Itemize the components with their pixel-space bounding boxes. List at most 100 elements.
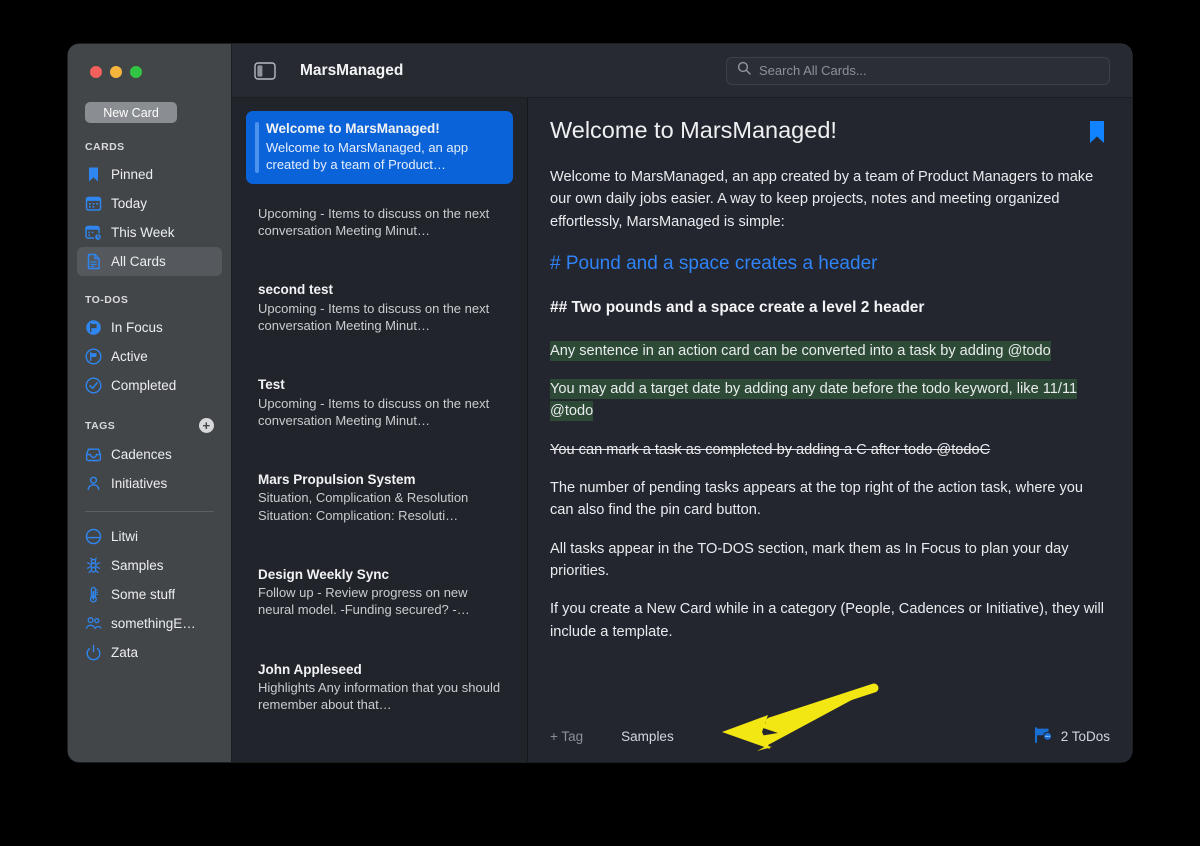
todo-highlight: You may add a target date by adding any … (550, 379, 1077, 421)
sidebar-section-heading: TAGS+ (68, 418, 231, 433)
detail-block-paragraph: Welcome to MarsManaged, an app created b… (550, 166, 1110, 233)
main-area: MarsManaged Welcome to MarsManaged!Welco… (232, 44, 1132, 762)
window-controls (68, 44, 231, 78)
detail-title: Welcome to MarsManaged! (550, 116, 1088, 144)
sidebar-item-label: This Week (111, 225, 175, 240)
add-tag-button[interactable]: + Tag (550, 729, 583, 744)
zoom-button[interactable] (130, 66, 142, 78)
sidebar-item-active[interactable]: Active (77, 342, 222, 371)
card-list-item[interactable]: Mars Propulsion SystemSituation, Complic… (246, 462, 513, 535)
close-button[interactable] (90, 66, 102, 78)
app-title: MarsManaged (300, 62, 403, 80)
card-list-item-title: John Appleseed (258, 661, 501, 679)
sidebar-item-label: In Focus (111, 320, 163, 335)
flag-badge-icon (1034, 727, 1053, 746)
two-people-icon (85, 615, 102, 632)
new-card-button[interactable]: New Card (85, 102, 177, 123)
detail-header: Welcome to MarsManaged! (550, 116, 1110, 149)
card-list-item-preview: Follow up - Review progress on new neura… (258, 584, 501, 618)
document-icon (85, 253, 102, 270)
sidebar-item-in-focus[interactable]: In Focus (77, 313, 222, 342)
sidebar-item-label: Some stuff (111, 587, 175, 602)
app-window: New Card CARDS Pinned Today This Week All Ca… (68, 44, 1132, 762)
search-box[interactable] (726, 57, 1110, 85)
detail-block-h1: # Pound and a space creates a header (550, 249, 1110, 278)
card-list-item[interactable]: Design Weekly SyncFollow up - Review pro… (246, 557, 513, 630)
sidebar-toggle-icon[interactable] (254, 62, 276, 80)
sidebar: New Card CARDS Pinned Today This Week All Ca… (68, 44, 232, 762)
sidebar-item-completed[interactable]: Completed (77, 371, 222, 400)
sidebar-item-label: somethingE… (111, 616, 196, 631)
detail-block-paragraph: The number of pending tasks appears at t… (550, 477, 1110, 522)
sidebar-item-somethinge[interactable]: somethingE… (77, 609, 222, 638)
half-circle-icon (85, 528, 102, 545)
tray-icon (85, 446, 102, 463)
sidebar-item-this-week[interactable]: This Week (77, 218, 222, 247)
sidebar-item-label: Zata (111, 645, 138, 660)
search-input[interactable] (759, 63, 1099, 78)
tag-chip-samples[interactable]: Samples (621, 729, 674, 744)
toolbar: MarsManaged (232, 44, 1132, 98)
sidebar-item-label: Samples (111, 558, 164, 573)
bookmark-icon (85, 166, 102, 183)
card-list-item[interactable]: Welcome to MarsManaged!Welcome to MarsMa… (246, 111, 513, 184)
card-detail: Welcome to MarsManaged! Welcome to MarsM… (528, 98, 1132, 762)
sidebar-section-heading: CARDS (68, 141, 231, 153)
todos-count-label: 2 ToDos (1061, 729, 1110, 744)
sidebar-section-label: TAGS (85, 420, 199, 432)
calendar-clock-icon (85, 224, 102, 241)
detail-block-todo: Any sentence in an action card can be co… (550, 340, 1110, 362)
thermometer-icon (85, 586, 102, 603)
card-list-item-preview: Upcoming - Items to discuss on the next … (258, 205, 501, 239)
card-list-item[interactable]: Upcoming - Items to discuss on the next … (246, 196, 513, 250)
card-list-item-preview: Highlights Any information that you shou… (258, 679, 501, 713)
sidebar-item-label: Pinned (111, 167, 153, 182)
add-tag-button[interactable]: + (199, 418, 214, 433)
sidebar-item-label: Litwi (111, 529, 138, 544)
card-list-item-title: Design Weekly Sync (258, 566, 501, 584)
sidebar-item-label: All Cards (111, 254, 166, 269)
detail-content: Welcome to MarsManaged, an app created b… (550, 166, 1110, 710)
card-list-item-preview: Welcome to MarsManaged, an app created b… (266, 139, 501, 173)
sidebar-divider (85, 511, 214, 512)
person-icon (85, 475, 102, 492)
sidebar-section-label: CARDS (85, 141, 231, 153)
card-list-item[interactable]: second testUpcoming - Items to discuss o… (246, 272, 513, 345)
sidebar-item-label: Cadences (111, 447, 172, 462)
sidebar-item-label: Today (111, 196, 147, 211)
sidebar-item-cadences[interactable]: Cadences (77, 440, 222, 469)
detail-block-h2: ## Two pounds and a space create a level… (550, 296, 1110, 320)
detail-block-paragraph: All tasks appear in the TO-DOS section, … (550, 538, 1110, 583)
sidebar-section-label: TO-DOS (85, 294, 231, 306)
detail-block-done: You can mark a task as completed by addi… (550, 439, 1110, 461)
detail-block-todo: You may add a target date by adding any … (550, 378, 1110, 423)
card-list-item[interactable]: John AppleseedHighlights Any information… (246, 652, 513, 725)
card-list[interactable]: Welcome to MarsManaged!Welcome to MarsMa… (232, 98, 528, 762)
sidebar-item-pinned[interactable]: Pinned (77, 160, 222, 189)
sidebar-item-some-stuff[interactable]: Some stuff (77, 580, 222, 609)
calendar-icon (85, 195, 102, 212)
sidebar-item-samples[interactable]: Samples (77, 551, 222, 580)
card-list-item-preview: Upcoming - Items to discuss on the next … (258, 300, 501, 334)
todos-counter[interactable]: 2 ToDos (1034, 727, 1110, 746)
bookmark-icon[interactable] (1088, 120, 1110, 149)
content-body: Welcome to MarsManaged!Welcome to MarsMa… (232, 98, 1132, 762)
card-list-item[interactable]: TestUpcoming - Items to discuss on the n… (246, 367, 513, 440)
sidebar-item-label: Initiatives (111, 476, 167, 491)
sidebar-item-litwi[interactable]: Litwi (77, 522, 222, 551)
card-list-item-preview: Upcoming - Items to discuss on the next … (258, 395, 501, 429)
flag-filled-circle-icon (85, 319, 102, 336)
card-list-item-title: Welcome to MarsManaged! (266, 120, 501, 138)
minimize-button[interactable] (110, 66, 122, 78)
check-circle-icon (85, 377, 102, 394)
sidebar-item-initiatives[interactable]: Initiatives (77, 469, 222, 498)
power-icon (85, 644, 102, 661)
sidebar-item-label: Active (111, 349, 148, 364)
card-list-item-preview: Situation, Complication & Resolution Sit… (258, 489, 501, 523)
sidebar-section-heading: TO-DOS (68, 294, 231, 306)
sidebar-item-today[interactable]: Today (77, 189, 222, 218)
sidebar-item-all-cards[interactable]: All Cards (77, 247, 222, 276)
ant-icon (85, 557, 102, 574)
sidebar-sections: CARDS Pinned Today This Week All Cards TO-DOS… (68, 123, 231, 667)
sidebar-item-zata[interactable]: Zata (77, 638, 222, 667)
